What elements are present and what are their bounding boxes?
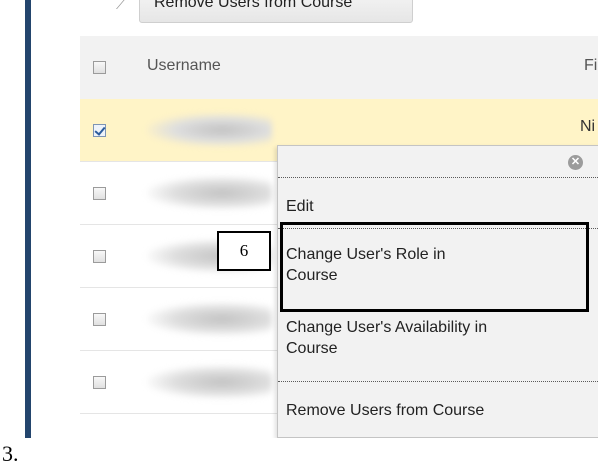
- screenshot-panel: ⟋ Remove Users from Course Username Fir …: [0, 0, 598, 438]
- row-checkbox[interactable]: [93, 187, 106, 200]
- column-header-first-name[interactable]: Fir: [584, 57, 598, 75]
- chevron-icon: ⟋: [116, 0, 126, 12]
- row-checkbox[interactable]: [93, 313, 106, 326]
- remove-users-button[interactable]: Remove Users from Course: [139, 0, 413, 23]
- column-header-username[interactable]: Username: [147, 57, 221, 75]
- menu-item-edit[interactable]: Edit: [286, 196, 596, 217]
- blurred-username: [147, 113, 272, 147]
- callout-number: 6: [217, 231, 271, 271]
- step-number: 3.: [2, 441, 19, 466]
- menu-divider: [278, 381, 598, 382]
- menu-item-change-availability[interactable]: Change User's Availability in Course: [286, 317, 536, 359]
- table-header-row: Username Fir: [80, 36, 598, 99]
- row-checkbox[interactable]: [93, 376, 106, 389]
- blurred-username: [147, 365, 272, 399]
- row-checkbox[interactable]: [93, 124, 106, 137]
- highlight-box: [280, 222, 589, 312]
- row-checkbox[interactable]: [93, 250, 106, 263]
- select-all-checkbox[interactable]: [93, 61, 106, 74]
- first-name-cell: Ni: [580, 118, 596, 135]
- blurred-username: [147, 302, 272, 336]
- menu-divider: [278, 177, 598, 178]
- left-accent-rule: [25, 0, 31, 438]
- blurred-username: [147, 176, 272, 210]
- menu-item-remove-users[interactable]: Remove Users from Course: [286, 400, 596, 421]
- close-icon[interactable]: ✕: [568, 155, 583, 170]
